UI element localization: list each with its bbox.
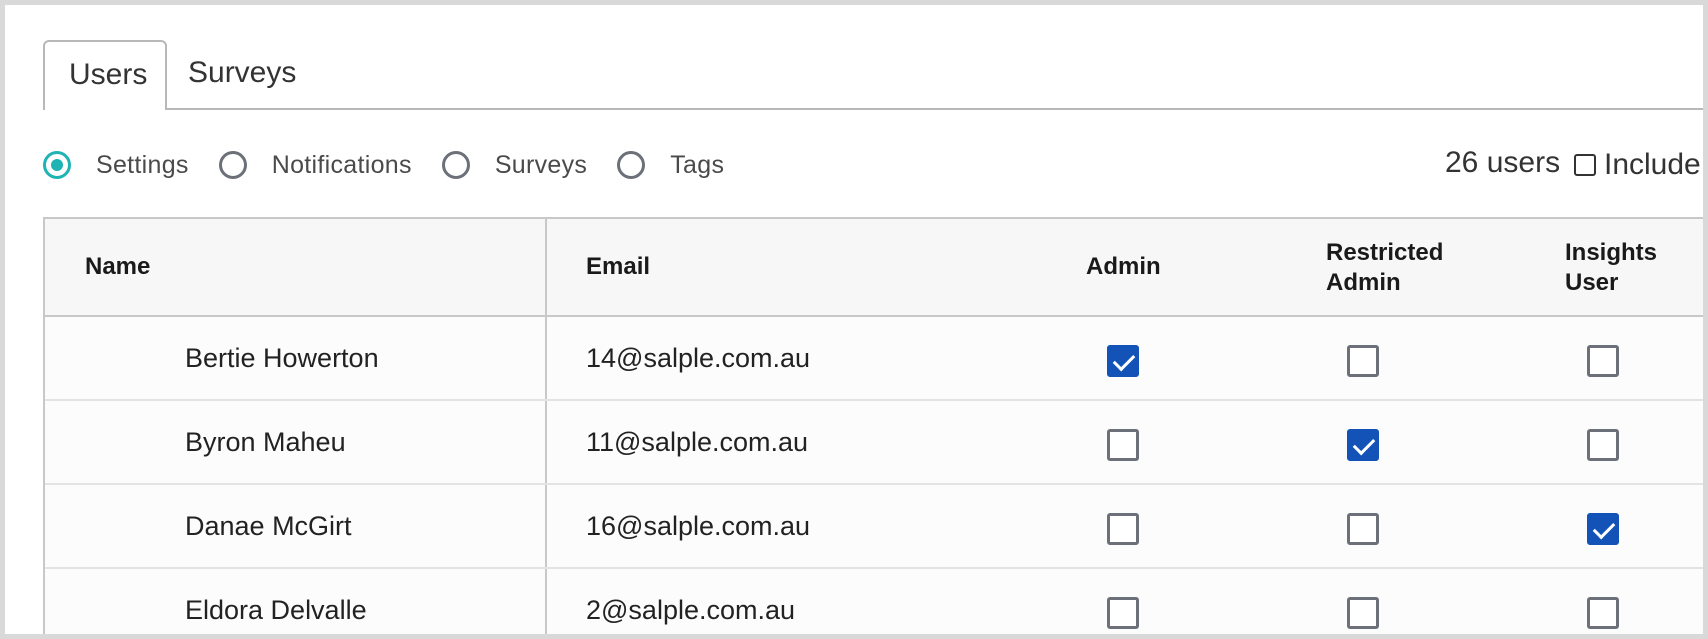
column-header-insights-user[interactable]: Insights User <box>1565 238 1685 298</box>
insights-user-checkbox[interactable] <box>1587 513 1619 545</box>
users-panel: Users Surveys Settings Notifications Sur… <box>0 0 1708 639</box>
tab-users[interactable]: Users <box>43 40 167 110</box>
user-email: 14@salple.com.au <box>586 343 811 373</box>
radio-unselected-icon <box>617 151 646 179</box>
admin-checkbox[interactable] <box>1107 513 1139 545</box>
restricted-admin-checkbox[interactable] <box>1347 345 1379 377</box>
radio-label: Surveys <box>494 150 588 179</box>
radio-label: Settings <box>96 150 189 179</box>
header-line: Restricted <box>1326 239 1444 266</box>
table-row: Danae McGirt 16@salple.com.au <box>45 485 1703 569</box>
user-count: 26 users <box>1445 146 1561 179</box>
radio-surveys[interactable]: Surveys <box>441 150 588 180</box>
restricted-admin-checkbox[interactable] <box>1347 513 1379 545</box>
user-email: 16@salple.com.au <box>586 511 811 541</box>
admin-checkbox[interactable] <box>1107 345 1139 377</box>
header-line: User <box>1565 269 1619 296</box>
admin-checkbox[interactable] <box>1107 429 1139 461</box>
header-line: Admin <box>1326 269 1401 296</box>
user-name: Danae McGirt <box>185 511 352 541</box>
column-header-email[interactable]: Email <box>586 252 650 282</box>
radio-unselected-icon <box>218 151 247 179</box>
insights-user-checkbox[interactable] <box>1587 345 1619 377</box>
column-divider <box>545 485 547 567</box>
column-divider <box>545 569 547 634</box>
radio-settings[interactable]: Settings <box>43 151 189 180</box>
tab-surveys[interactable]: Surveys <box>164 40 320 106</box>
view-filter-radio-group: Settings Notifications Surveys Tags <box>43 145 754 185</box>
tab-bar: Users Surveys <box>43 40 1703 110</box>
insights-user-checkbox[interactable] <box>1587 597 1619 629</box>
user-email: 11@salple.com.au <box>586 427 809 457</box>
radio-label: Tags <box>670 150 725 179</box>
table-header: Name Email Admin Restricted Admin Insigh… <box>45 219 1703 317</box>
user-name: Eldora Delvalle <box>185 595 367 625</box>
user-name: Byron Maheu <box>185 427 346 457</box>
include-checkbox[interactable]: Include <box>1574 150 1701 180</box>
column-header-admin[interactable]: Admin <box>1086 252 1161 282</box>
radio-notifications[interactable]: Notifications <box>218 150 412 180</box>
column-header-name[interactable]: Name <box>85 252 150 282</box>
restricted-admin-checkbox[interactable] <box>1347 597 1379 629</box>
radio-tags[interactable]: Tags <box>617 151 724 180</box>
table-row: Eldora Delvalle 2@salple.com.au <box>45 569 1703 634</box>
include-label: Include <box>1604 148 1701 181</box>
radio-selected-icon <box>43 151 71 179</box>
table-row: Byron Maheu 11@salple.com.au <box>45 401 1703 485</box>
column-divider <box>545 219 547 315</box>
checkbox-icon[interactable] <box>1574 154 1596 176</box>
restricted-admin-checkbox[interactable] <box>1347 429 1379 461</box>
radio-unselected-icon <box>441 151 470 179</box>
header-line: Insights <box>1565 239 1658 266</box>
users-table: Name Email Admin Restricted Admin Insigh… <box>43 217 1703 634</box>
column-header-restricted-admin[interactable]: Restricted Admin <box>1326 238 1486 298</box>
user-email: 2@salple.com.au <box>586 595 796 625</box>
insights-user-checkbox[interactable] <box>1587 429 1619 461</box>
column-divider <box>545 401 547 483</box>
column-divider <box>545 317 547 399</box>
admin-checkbox[interactable] <box>1107 597 1139 629</box>
table-row: Bertie Howerton 14@salple.com.au <box>45 317 1703 401</box>
radio-label: Notifications <box>271 150 412 179</box>
user-name: Bertie Howerton <box>185 343 379 373</box>
